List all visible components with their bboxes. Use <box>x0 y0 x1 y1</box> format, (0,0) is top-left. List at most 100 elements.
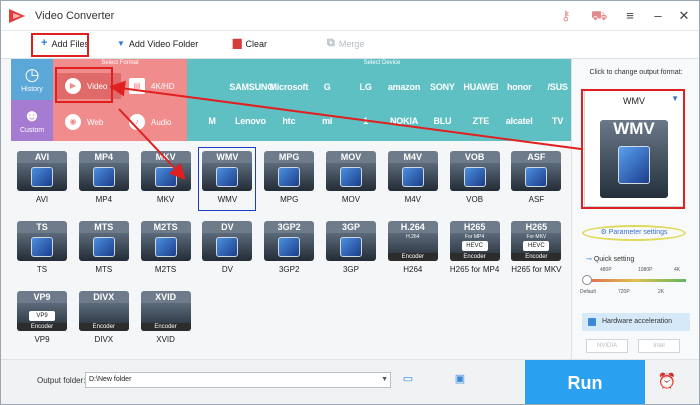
clear-button[interactable]: ▆ Clear <box>233 38 267 49</box>
format-tile[interactable]: M4V M4V <box>382 147 444 215</box>
parameter-settings-button[interactable]: ⚙ Parameter settings <box>582 225 686 241</box>
brand-logo[interactable]: NOKIA <box>383 111 425 131</box>
brand-logo[interactable]: SONY <box>421 77 463 97</box>
format-tile[interactable]: WMV WMV <box>196 147 258 215</box>
quality-slider[interactable]: 480P 1080P 4K Default 720P 2K <box>580 267 686 299</box>
film-reel-icon <box>92 167 115 187</box>
brand-logo[interactable]: BLU <box>421 111 463 131</box>
brand-logo[interactable]: HUAWEI <box>460 77 502 97</box>
brand-logo[interactable]: mi <box>306 111 348 131</box>
slider-track[interactable] <box>586 279 686 282</box>
format-tile[interactable]: H265 For MP4 HEVC Encoder H265 for MP4 <box>444 217 506 285</box>
format-tile[interactable]: VP9 VP9 Encoder VP9 <box>11 287 73 355</box>
format-tile[interactable]: AVI AVI <box>11 147 73 215</box>
format-band: H.264 <box>387 221 438 233</box>
intel-option[interactable]: Intel <box>638 339 680 353</box>
alarm-clock-icon[interactable]: ⏰ <box>657 372 677 392</box>
open-folder-icon[interactable]: ▭ <box>401 373 415 385</box>
slider-label: 1080P <box>638 267 653 273</box>
brand-logo[interactable]: SAMSUNG <box>229 77 274 97</box>
format-tile[interactable]: MPG MPG <box>258 147 320 215</box>
brand-logo[interactable]: alcatel <box>498 111 540 131</box>
quick-setting-title: ⊸ Quick setting <box>586 255 634 263</box>
brand-logo[interactable]: M <box>191 111 233 131</box>
brand-logo[interactable]: LG <box>345 77 387 97</box>
dropdown-arrow-icon: ▼ <box>117 39 125 48</box>
slider-label: 720P <box>618 289 630 295</box>
format-tile[interactable]: MTS MTS <box>73 217 135 285</box>
run-button[interactable]: Run <box>525 360 645 404</box>
format-label: 3GP <box>342 265 359 274</box>
custom-label: Custom <box>19 127 45 134</box>
format-sub: For MP4 <box>465 234 485 240</box>
brand-logo[interactable]: honor <box>498 77 540 97</box>
format-tile[interactable]: H.264 H.264 Encoder H264 <box>382 217 444 285</box>
format-band: ASF <box>511 151 562 163</box>
browse-folder-icon[interactable]: ▣ <box>453 373 467 385</box>
format-tile[interactable]: DIVX Encoder DIVX <box>73 287 135 355</box>
format-icon-body <box>511 163 562 191</box>
format-label: VP9 <box>34 335 50 344</box>
history-button[interactable]: ◷ History <box>11 59 53 100</box>
format-tile[interactable]: XVID Encoder XVID <box>135 287 197 355</box>
cart-icon[interactable]: ⛟ <box>591 8 607 24</box>
brand-logo[interactable] <box>191 77 233 97</box>
settings-sliders-icon: ⚙ <box>600 229 609 236</box>
format-label: VOB <box>466 195 484 204</box>
slider-label: 4K <box>674 267 681 273</box>
format-label: M4V <box>404 195 422 204</box>
format-tile[interactable]: ASF ASF <box>505 147 567 215</box>
format-tile[interactable]: TS TS <box>11 217 73 285</box>
format-tile[interactable]: MKV MKV <box>135 147 197 215</box>
brand-logo[interactable]: amazon <box>383 77 425 97</box>
gpu-label: Intel <box>653 343 665 349</box>
format-label: M2TS <box>154 265 177 274</box>
format-tile[interactable]: VOB VOB <box>444 147 506 215</box>
format-category-web[interactable]: ◉ Web <box>57 109 121 135</box>
brand-logo[interactable]: Lenovo <box>229 111 271 131</box>
bottom-bar: Output folder: D:\New folder ▼ ▭ ▣ Run ⏰ <box>1 359 699 404</box>
format-icon: H265 For MP4 HEVC Encoder <box>449 221 500 261</box>
format-icon-body <box>326 163 376 191</box>
brand-logo[interactable]: G <box>306 77 348 97</box>
add-video-folder-button[interactable]: ▼ Add Video Folder <box>117 38 198 49</box>
nvidia-option[interactable]: NVIDIA <box>586 339 628 353</box>
hardware-acceleration-toggle[interactable]: Hardware acceleration <box>582 313 690 331</box>
brand-logo[interactable]: Microsoft <box>268 77 310 97</box>
film-reel-icon <box>340 167 362 187</box>
merge-button[interactable]: ⧉ Merge <box>327 38 364 49</box>
select-format-label: Select Format <box>101 60 139 66</box>
chrome-icon: ◉ <box>65 114 81 130</box>
format-tile[interactable]: 3GP 3GP <box>320 217 382 285</box>
close-icon[interactable]: ✕ <box>675 7 693 25</box>
format-tile[interactable]: 3GP2 3GP2 <box>258 217 320 285</box>
film-reel-icon <box>92 237 115 257</box>
brand-logo[interactable]: 1 <box>345 111 387 131</box>
menu-icon[interactable]: ≡ <box>621 7 639 25</box>
key-icon[interactable]: ⚷ <box>561 8 571 24</box>
slider-knob[interactable] <box>582 275 592 285</box>
format-tile[interactable]: DV DV <box>196 217 258 285</box>
minimize-icon[interactable]: – <box>649 7 667 25</box>
format-tile[interactable]: MOV MOV <box>320 147 382 215</box>
format-label: WMV <box>217 195 238 204</box>
format-category-4k-hd[interactable]: ▤ 4K/HD <box>121 73 185 99</box>
dropdown-arrow-icon[interactable]: ▼ <box>381 373 388 387</box>
brand-logo[interactable]: htc <box>268 111 310 131</box>
format-icon-body <box>202 163 253 191</box>
format-band: MKV <box>140 151 191 163</box>
format-tile[interactable]: MP4 MP4 <box>73 147 135 215</box>
format-icon-body <box>17 163 67 191</box>
output-folder-field[interactable]: D:\New folder ▼ <box>85 372 391 388</box>
brand-logo[interactable]: ZTE <box>460 111 502 131</box>
format-icon-body <box>78 233 129 261</box>
custom-button[interactable]: ☻ Custom <box>11 100 53 141</box>
format-category-audio[interactable]: ♪ Audio <box>121 109 185 135</box>
film-reel-icon <box>216 237 239 257</box>
format-label: MKV <box>156 195 175 204</box>
format-band: TS <box>17 221 67 233</box>
format-tile[interactable]: M2TS M2TS <box>135 217 197 285</box>
title-bar: Video Converter ⚷ ⛟ ≡ – ✕ <box>1 1 699 31</box>
format-tile[interactable]: H265 For MKV HEVC Encoder H265 for MKV <box>505 217 567 285</box>
format-icon: 3GP2 <box>264 221 315 261</box>
